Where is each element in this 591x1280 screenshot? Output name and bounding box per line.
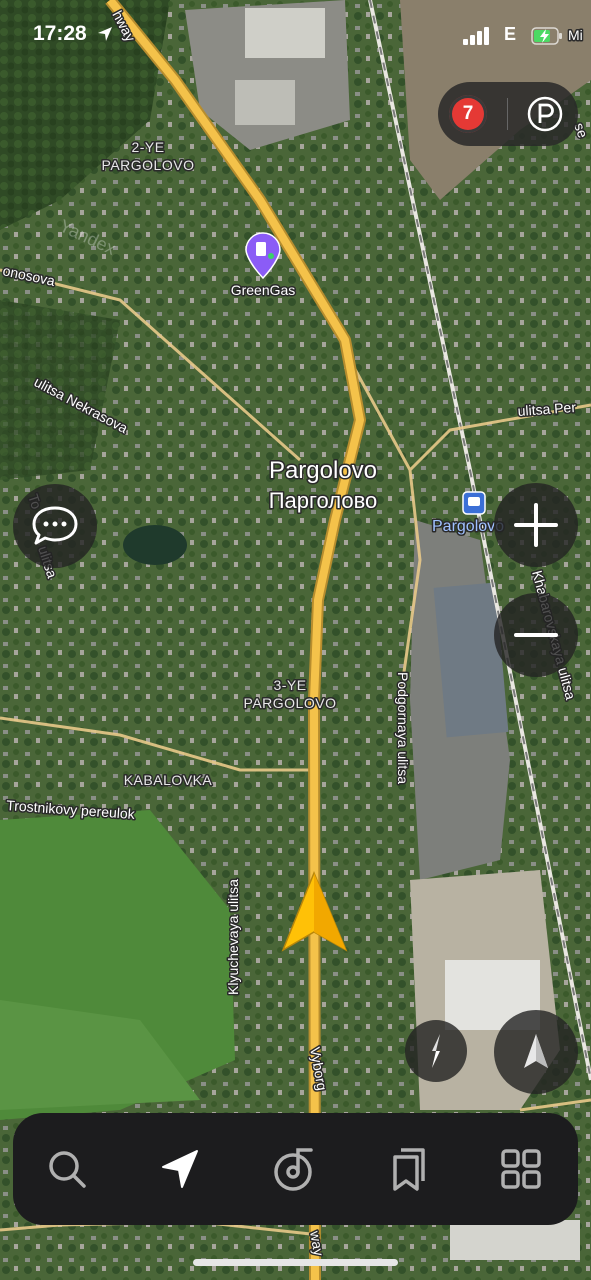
compass-icon	[432, 1034, 440, 1068]
district-label: PARGOLOVO	[102, 157, 195, 173]
bottom-navigation	[13, 1113, 578, 1225]
network-type: E	[504, 24, 517, 44]
zoom-out-button[interactable]	[494, 593, 578, 677]
battery-charging-icon	[531, 27, 562, 45]
services-icon[interactable]	[491, 1139, 551, 1199]
district-label: KABALOVKA	[124, 772, 213, 788]
top-controls: 7	[438, 82, 578, 146]
home-indicator[interactable]	[193, 1259, 398, 1266]
city-label-latin: Pargolovo	[269, 457, 377, 484]
status-bar: 17:28 E	[0, 0, 591, 70]
city-label-cyrillic: Парголово	[269, 488, 378, 513]
fuel-pump-glyph	[256, 242, 266, 256]
location-arrow-icon	[524, 1034, 548, 1068]
parking-icon[interactable]	[526, 95, 564, 133]
divider	[507, 98, 508, 130]
status-time: 17:28	[33, 22, 87, 45]
district-label: 2-YE	[131, 139, 164, 155]
street-label: Podgornaya ulitsa	[395, 672, 411, 784]
feedback-button[interactable]	[13, 484, 97, 568]
my-location-button[interactable]	[494, 1010, 578, 1094]
building	[450, 1220, 580, 1260]
navigator-icon[interactable]	[149, 1139, 209, 1199]
music-icon[interactable]	[265, 1139, 325, 1199]
district-label: 3-YE	[273, 677, 306, 693]
district-label: PARGOLOVO	[244, 695, 337, 711]
plus-icon	[514, 503, 558, 547]
minus-icon	[514, 633, 558, 637]
traffic-level-button[interactable]: 7	[449, 95, 487, 133]
chat-bubble-icon	[32, 506, 78, 545]
building	[235, 80, 295, 125]
search-icon[interactable]	[37, 1139, 97, 1199]
bookmarks-icon[interactable]	[379, 1139, 439, 1199]
pond	[123, 525, 187, 565]
poi-status-dot	[268, 253, 274, 259]
street-label: Klyuchevaya ulitsa	[225, 879, 241, 995]
train-glyph	[468, 497, 480, 506]
zoom-in-button[interactable]	[494, 483, 578, 567]
signal-icon	[463, 27, 489, 45]
compass-button[interactable]	[405, 1020, 467, 1082]
poi-label: GreenGas	[231, 282, 296, 298]
location-arrow-icon	[98, 27, 112, 41]
